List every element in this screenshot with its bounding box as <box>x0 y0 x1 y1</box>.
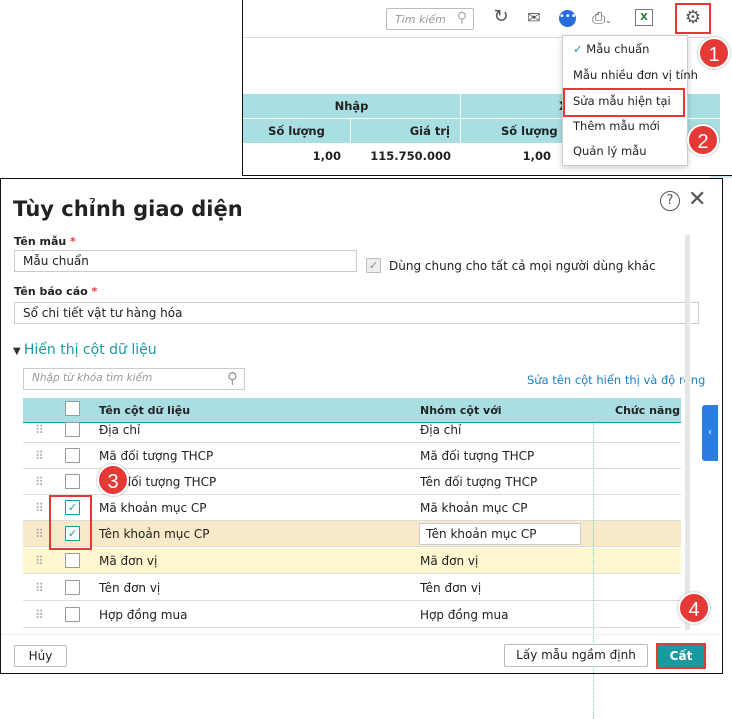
column-divider <box>593 423 594 719</box>
header-nhap: Nhập <box>243 94 461 118</box>
side-panel-toggle[interactable]: ‹ <box>702 405 718 461</box>
check-icon: ✓ <box>573 42 587 56</box>
row-group: Mã khoản mục CP <box>420 501 528 515</box>
customize-dialog: Tùy chỉnh giao diện ? ✕ Tên mẫu * Mẫu ch… <box>0 178 723 719</box>
excel-icon[interactable]: X <box>635 9 653 26</box>
mail-icon[interactable]: ✉ <box>521 8 547 27</box>
column-row[interactable]: ⠿ ✓ Tên khoản mục CP Tên khoản mục CP <box>23 521 681 547</box>
step-badge-1: 1 <box>698 37 730 69</box>
cell-qty-out: 1,00 <box>522 149 551 163</box>
column-row[interactable]: ⠿ Mã đơn vị Mã đơn vị <box>23 548 681 574</box>
menu-item-manage[interactable]: Quản lý mẫu <box>573 144 647 158</box>
default-template-button[interactable]: Lấy mẫu ngầm định <box>504 644 648 667</box>
share-checkbox[interactable]: ✓ <box>366 258 381 273</box>
menu-label: Mẫu chuẩn <box>586 42 650 56</box>
row-checkbox[interactable] <box>65 422 80 437</box>
template-name-input[interactable]: Mẫu chuẩn <box>14 250 357 272</box>
search-placeholder: Tìm kiếm <box>395 13 446 26</box>
share-label: Dùng chung cho tất cả mọi người dùng khá… <box>389 259 656 273</box>
column-row[interactable]: ⠿ Hợp đồng mua Hợp đồng mua <box>23 602 681 628</box>
gear-button-highlight[interactable]: ⚙ <box>675 3 711 34</box>
menu-item-add-new[interactable]: Thêm mẫu mới <box>573 119 660 133</box>
footer-divider <box>1 634 722 635</box>
column-search-input[interactable]: Nhập từ khóa tìm kiếm ⚲ <box>23 368 245 390</box>
step-badge-4: 4 <box>678 592 710 624</box>
row-name: Hợp đồng mua <box>99 608 188 622</box>
col-group-header: Nhóm cột với <box>420 404 502 417</box>
header-value: Giá trị <box>351 118 461 143</box>
drag-handle-icon[interactable]: ⠿ <box>35 501 44 515</box>
edit-columns-link[interactable]: Sửa tên cột hiển thị và độ rộng <box>527 373 705 387</box>
row-name: Tên đơn vị <box>99 581 161 595</box>
menu-item-multi-unit[interactable]: Mẫu nhiều đơn vị tính <box>573 68 698 82</box>
drag-handle-icon[interactable]: ⠿ <box>35 581 44 595</box>
row-checkbox[interactable] <box>65 448 80 463</box>
report-name-input[interactable]: Sổ chi tiết vật tư hàng hóa <box>14 302 699 324</box>
row-name: Mã đơn vị <box>99 554 158 568</box>
row-checkbox[interactable] <box>65 607 80 622</box>
group-input[interactable]: Tên khoản mục CP <box>419 523 581 545</box>
drag-handle-icon[interactable]: ⠿ <box>35 475 44 489</box>
search-icon: ⚲ <box>227 369 238 387</box>
drag-handle-icon[interactable]: ⠿ <box>35 554 44 568</box>
row-group: Tên đối tượng THCP <box>420 475 538 489</box>
drag-handle-icon[interactable]: ⠿ <box>35 449 44 463</box>
chat-icon[interactable]: ••• <box>559 10 577 27</box>
step-badge-3: 3 <box>97 464 129 496</box>
column-row[interactable]: ⠿ Mã đối tượng THCP Mã đối tượng THCP <box>23 443 681 469</box>
refresh-icon[interactable]: ↻ <box>488 6 514 27</box>
col-action-header: Chức năng <box>615 404 681 417</box>
cell-qty: 1,00 <box>312 149 341 163</box>
header-qty: Số lượng <box>243 118 351 143</box>
row-group: Địa chỉ <box>420 423 462 437</box>
row-checkbox[interactable] <box>65 474 80 489</box>
gear-icon[interactable]: ⚙ <box>677 5 709 31</box>
save-button[interactable]: Cất <box>656 643 706 669</box>
column-row[interactable]: ⠿ Tên đơn vị Tên đơn vị <box>23 575 681 601</box>
row-group: Tên đơn vị <box>420 581 482 595</box>
columns-header: Tên cột dữ liệu Nhóm cột với Chức năng <box>23 398 681 423</box>
row-name: Tên khoản mục CP <box>99 527 210 541</box>
toolbar-search[interactable]: Tìm kiếm ⚲ <box>386 8 474 30</box>
row-name: Mã khoản mục CP <box>99 501 207 515</box>
dialog-title: Tùy chỉnh giao diện <box>13 197 243 221</box>
select-all-checkbox[interactable] <box>65 401 80 416</box>
row-checkbox[interactable] <box>65 553 80 568</box>
cell-value: 115.750.000 <box>370 149 451 163</box>
report-name-label: Tên báo cáo * <box>14 285 98 298</box>
row-group: Mã đối tượng THCP <box>420 449 535 463</box>
highlight-checked-rows <box>49 495 92 550</box>
step-badge-2: 2 <box>687 124 719 156</box>
column-row[interactable]: ⠿ Địa chỉ Địa chỉ <box>23 422 681 443</box>
row-checkbox[interactable] <box>65 580 80 595</box>
caret-down-icon: ▼ <box>13 346 24 357</box>
drag-handle-icon[interactable]: ⠿ <box>35 423 44 437</box>
row-group: Hợp đồng mua <box>420 608 509 622</box>
print-icon[interactable]: ⎙⌄ <box>589 8 615 28</box>
help-icon[interactable]: ? <box>660 191 680 211</box>
row-name: Địa chỉ <box>99 423 141 437</box>
section-title: Hiển thị cột dữ liệu <box>23 342 157 358</box>
col-name-header: Tên cột dữ liệu <box>99 404 191 417</box>
menu-item-standard[interactable]: ✓ Mẫu chuẩn <box>573 42 649 56</box>
drag-handle-icon[interactable]: ⠿ <box>35 608 44 622</box>
template-name-label: Tên mẫu * <box>14 235 76 248</box>
close-icon[interactable]: ✕ <box>688 187 706 212</box>
row-name: Mã đối tượng THCP <box>99 449 214 463</box>
row-group: Mã đơn vị <box>420 554 479 568</box>
search-icon: ⚲ <box>456 10 467 26</box>
column-row[interactable]: ⠿ ✓ Mã khoản mục CP Mã khoản mục CP <box>23 495 681 521</box>
highlight-edit-current <box>563 88 685 117</box>
cancel-button[interactable]: Hủy <box>14 645 67 667</box>
section-toggle[interactable]: ▼ Hiển thị cột dữ liệu <box>13 342 157 358</box>
scrollbar[interactable] <box>685 235 690 630</box>
drag-handle-icon[interactable]: ⠿ <box>35 527 44 541</box>
